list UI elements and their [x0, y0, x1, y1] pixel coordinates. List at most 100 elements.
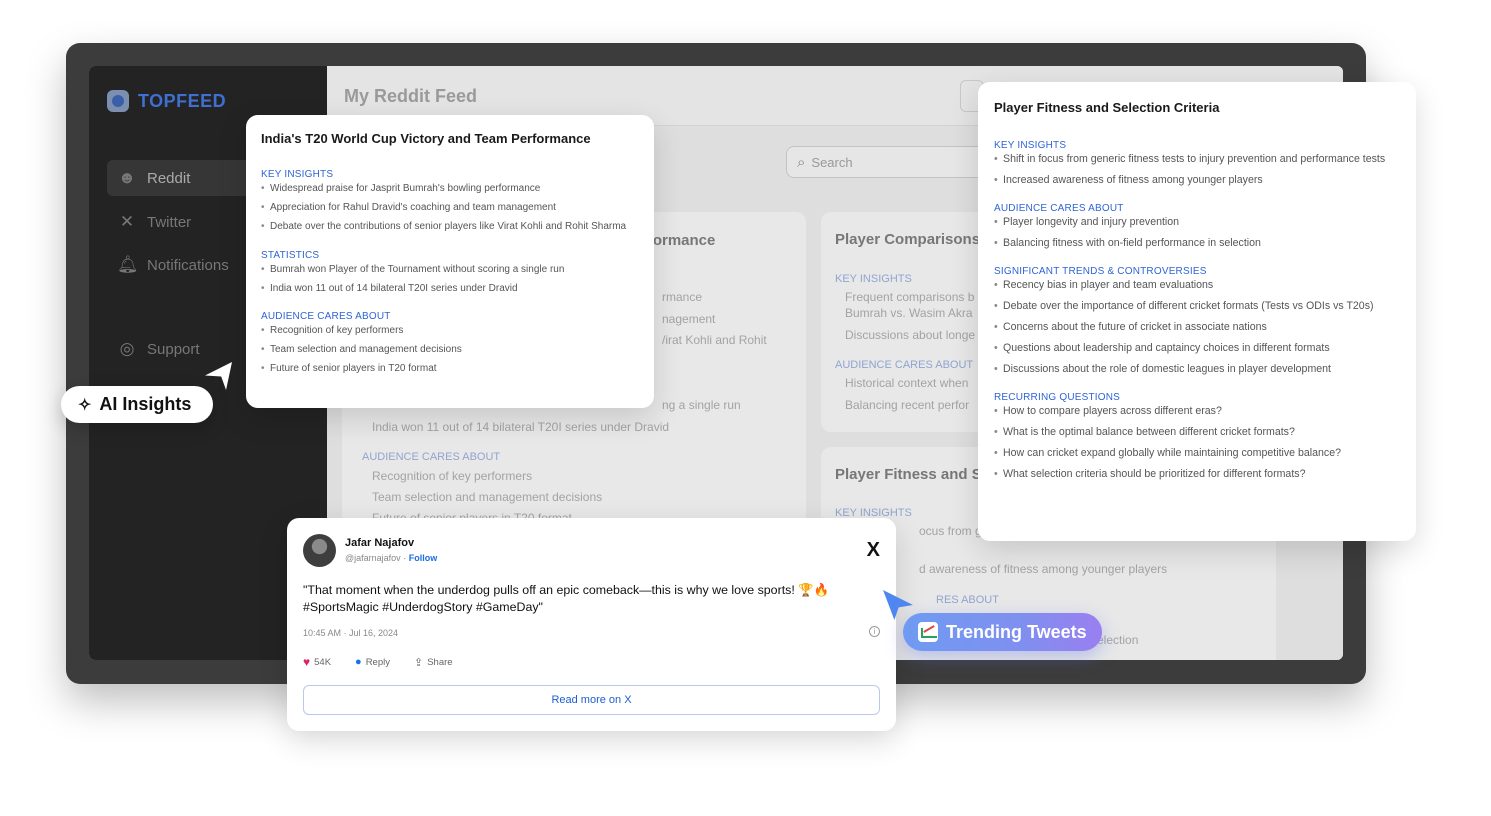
card-line: India won 11 out of 14 bilateral T20I se… — [372, 420, 670, 434]
tweet-author-name[interactable]: Jafar Najafov — [345, 537, 414, 549]
tweet-card: Jafar Najafov @jafarnajafov · Follow X "… — [287, 518, 896, 731]
tweet-text: "That moment when the underdog pulls off… — [303, 582, 863, 616]
tweet-text-line: #SportsMagic #UnderdogStory #GameDay" — [303, 600, 543, 614]
list-item: Discussions about the role of domestic l… — [994, 362, 1400, 377]
read-more-button[interactable]: Read more on X — [303, 685, 880, 715]
list-item: Recency bias in player and team evaluati… — [994, 278, 1400, 293]
card-line: Historical context when — [845, 376, 969, 390]
list-item: India won 11 out of 14 bilateral T20I se… — [261, 282, 639, 296]
bullet-list: Widespread praise for Jasprit Bumrah's b… — [261, 182, 639, 234]
list-item: Bumrah won Player of the Tournament with… — [261, 263, 639, 277]
list-item: Widespread praise for Jasprit Bumrah's b… — [261, 182, 639, 196]
x-icon: ✕ — [119, 212, 135, 231]
list-item: Debate over the contributions of senior … — [261, 220, 639, 234]
logo-icon — [107, 90, 129, 112]
trending-tweets-pill: Trending Tweets — [903, 613, 1102, 651]
handle-text: @jafarnajafov — [345, 553, 401, 563]
ai-insights-pill: ✧ AI Insights — [61, 386, 213, 423]
card-line: rmance — [662, 290, 703, 304]
card-line: Recognition of key performers — [372, 469, 533, 483]
list-item: Appreciation for Rahul Dravid's coaching… — [261, 201, 639, 215]
sidebar-item-label: Notifications — [147, 256, 229, 274]
list-item: How to compare players across different … — [994, 404, 1400, 419]
card-line: d awareness of fitness among younger pla… — [919, 562, 1168, 576]
section-heading: STATISTICS — [261, 250, 320, 261]
list-item: What selection criteria should be priori… — [994, 467, 1400, 482]
insight-card-fitness: Player Fitness and Selection Criteria KE… — [978, 82, 1416, 541]
sidebar-item-label: Twitter — [147, 213, 192, 231]
card-line: /irat Kohli and Rohit — [662, 333, 767, 347]
tweet-actions: ♥ 54K ● Reply ⇪ Share — [303, 655, 453, 669]
pill-label: AI Insights — [99, 394, 192, 414]
info-icon[interactable]: i — [869, 626, 880, 637]
pill-label: Trending Tweets — [946, 621, 1087, 642]
search-placeholder: Search — [811, 154, 853, 170]
x-logo-icon[interactable]: X — [867, 539, 880, 562]
like-count: 54K — [314, 656, 332, 668]
follow-link[interactable]: Follow — [409, 553, 438, 563]
list-item: What is the optimal balance between diff… — [994, 425, 1400, 440]
list-item: Debate over the importance of different … — [994, 299, 1400, 314]
bullet-list: Shift in focus from generic fitness test… — [994, 152, 1400, 188]
reply-button[interactable]: ● Reply — [355, 656, 390, 668]
separator: · — [403, 553, 407, 563]
section-heading: KEY INSIGHTS — [261, 169, 334, 180]
reply-label: Reply — [365, 656, 390, 668]
sidebar-item-label: Support — [147, 340, 200, 358]
card-title: Player Fitness and Selection Criteria — [994, 100, 1220, 115]
card-section: AUDIENCE CARES ABOUT — [362, 451, 501, 463]
search-icon: ⌕ — [797, 153, 806, 171]
tweet-author-handle: @jafarnajafov · Follow — [345, 553, 437, 563]
list-item: Increased awareness of fitness among you… — [994, 173, 1400, 188]
section-heading: SIGNIFICANT TRENDS & CONTROVERSIES — [994, 266, 1207, 277]
section-heading: RECURRING QUESTIONS — [994, 392, 1121, 403]
bullet-list: Recognition of key performers Team selec… — [261, 324, 639, 376]
bullet-list: Recency bias in player and team evaluati… — [994, 278, 1400, 377]
card-title: Player Comparisons — [835, 231, 981, 248]
section-heading: AUDIENCE CARES ABOUT — [261, 311, 391, 322]
card-section: AUDIENCE CARES ABOUT — [835, 359, 974, 371]
share-icon: ⇪ — [413, 656, 424, 669]
list-item: Player longevity and injury prevention — [994, 215, 1400, 230]
card-line: Discussions about longe — [845, 328, 976, 342]
reddit-icon: ☻ — [118, 168, 136, 187]
tweet-timestamp[interactable]: 10:45 AM · Jul 16, 2024 — [303, 628, 398, 638]
bullet-list: Player longevity and injury prevention B… — [994, 215, 1400, 251]
card-line: Bumrah vs. Wasim Akra — [845, 306, 973, 320]
logo: TOPFEED — [107, 90, 226, 112]
list-item: Shift in focus from generic fitness test… — [994, 152, 1400, 167]
section-heading: AUDIENCE CARES ABOUT — [994, 203, 1124, 214]
heart-icon: ♥ — [303, 655, 311, 669]
like-button[interactable]: ♥ 54K — [303, 655, 331, 669]
bell-icon: 🔔︎ — [117, 255, 139, 274]
card-section: KEY INSIGHTS — [835, 273, 912, 285]
card-line: Team selection and management decisions — [372, 490, 603, 504]
section-heading: KEY INSIGHTS — [994, 140, 1067, 151]
list-item: Questions about leadership and captaincy… — [994, 341, 1400, 356]
page-title: My Reddit Feed — [344, 86, 478, 106]
card-line: nagement — [662, 312, 716, 326]
card-section: RES ABOUT — [936, 594, 999, 606]
chart-increasing-icon — [918, 622, 938, 642]
card-line: Balancing recent perfor — [845, 398, 970, 412]
card-title: India's T20 World Cup Victory and Team P… — [261, 131, 591, 146]
reply-icon: ● — [355, 656, 362, 668]
sidebar-item-label: Reddit — [147, 169, 191, 187]
bullet-list: Bumrah won Player of the Tournament with… — [261, 263, 639, 296]
list-item: Team selection and management decisions — [261, 343, 639, 357]
insight-card-india: India's T20 World Cup Victory and Team P… — [246, 115, 654, 408]
share-label: Share — [427, 656, 453, 668]
list-item: How can cricket expand globally while ma… — [994, 446, 1400, 461]
card-line: Frequent comparisons b — [845, 290, 975, 304]
list-item: Balancing fitness with on-field performa… — [994, 236, 1400, 251]
lifebuoy-icon: ◎ — [119, 339, 135, 358]
list-item: Concerns about the future of cricket in … — [994, 320, 1400, 335]
tweet-text-line: "That moment when the underdog pulls off… — [303, 583, 830, 597]
card-line: ng a single run — [662, 398, 741, 412]
search-input[interactable]: ⌕ Search — [786, 146, 986, 178]
avatar[interactable] — [303, 534, 336, 567]
list-item: Future of senior players in T20 format — [261, 362, 639, 376]
card-title: Player Fitness and Se — [835, 466, 991, 483]
bullet-list: How to compare players across different … — [994, 404, 1400, 482]
share-button[interactable]: ⇪ Share — [414, 656, 453, 669]
